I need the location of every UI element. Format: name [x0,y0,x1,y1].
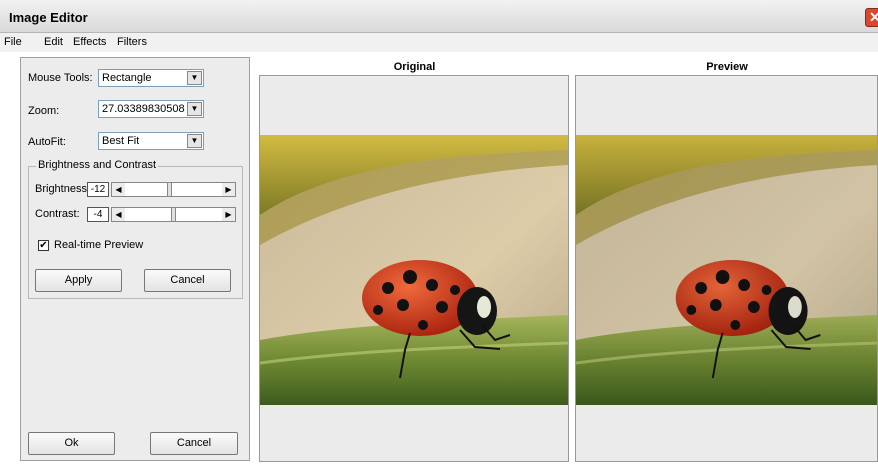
preview-image [576,135,877,405]
chevron-down-icon[interactable]: ▼ [187,71,202,85]
contrast-thumb[interactable] [171,207,176,222]
arrow-right-icon[interactable]: ▶ [222,183,235,196]
chevron-down-icon[interactable]: ▼ [187,134,202,148]
realtime-preview-checkbox[interactable]: ✔ [38,240,49,251]
preview-label: Preview [706,61,748,73]
zoom-label: Zoom: [28,105,60,117]
menu-effects[interactable]: Effects [73,36,106,48]
chevron-down-icon[interactable]: ▼ [187,102,202,116]
realtime-preview-label: Real-time Preview [54,239,144,251]
preview-pane [575,75,878,462]
menu-file[interactable]: File [4,36,22,48]
arrow-right-icon[interactable]: ▶ [222,208,235,221]
menu-bar: File Edit Effects Filters [0,33,878,52]
contrast-slider[interactable]: ◀ ▶ [111,207,236,222]
title-bar: Image Editor ✕ [0,0,878,33]
original-image [260,135,568,405]
close-icon: ✕ [869,9,878,25]
brightness-thumb[interactable] [167,182,172,197]
check-icon: ✔ [39,240,48,251]
brightness-label: Brightness: [35,183,91,195]
autofit-label: AutoFit: [28,136,66,148]
cancel-button[interactable]: Cancel [150,432,238,455]
menu-filters[interactable]: Filters [117,36,147,48]
brightness-value[interactable]: -12 [87,182,109,197]
apply-button[interactable]: Apply [35,269,122,292]
brightness-contrast-group: Brightness and Contrast Brightness: -12 … [28,159,243,299]
close-button[interactable]: ✕ [865,8,878,27]
window-title: Image Editor [9,10,88,25]
autofit-select[interactable]: Best Fit ▼ [98,132,204,150]
group-title: Brightness and Contrast [36,159,159,171]
zoom-value: 27.033898305084 [102,103,185,115]
original-label: Original [393,61,436,73]
contrast-label: Contrast: [35,208,80,220]
autofit-value: Best Fit [102,135,140,147]
contrast-value[interactable]: -4 [87,207,109,222]
menu-edit[interactable]: Edit [44,36,63,48]
mouse-tools-label: Mouse Tools: [28,72,93,84]
mouse-tools-select[interactable]: Rectangle ▼ [98,69,204,87]
ok-button[interactable]: Ok [28,432,115,455]
zoom-select[interactable]: 27.033898305084 ▼ [98,100,204,118]
original-pane [259,75,569,462]
bc-cancel-button[interactable]: Cancel [144,269,231,292]
brightness-slider[interactable]: ◀ ▶ [111,182,236,197]
mouse-tools-value: Rectangle [102,72,152,84]
arrow-left-icon[interactable]: ◀ [112,208,125,221]
settings-panel: Mouse Tools: Rectangle ▼ Zoom: 27.033898… [20,57,250,461]
arrow-left-icon[interactable]: ◀ [112,183,125,196]
